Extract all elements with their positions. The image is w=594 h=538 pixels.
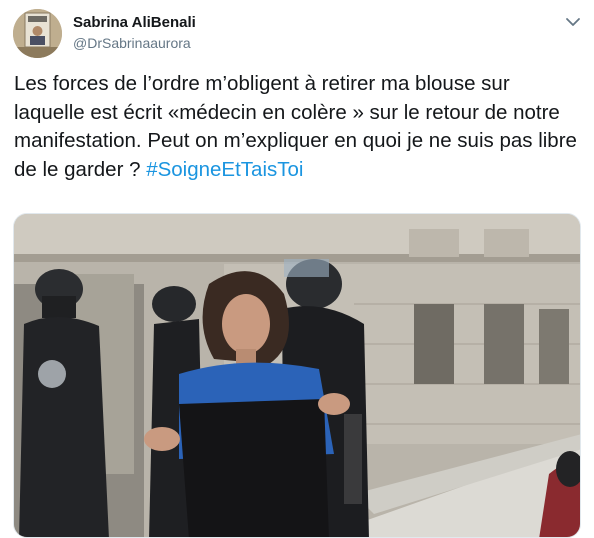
avatar-image [13, 9, 62, 58]
chevron-down-icon [566, 18, 580, 26]
tweet-text: Les forces de l’ordre m’obligent à retir… [14, 70, 584, 184]
tweet-card: Sabrina AliBenali @DrSabrinaaurora Les f… [0, 0, 594, 538]
tweet-photo[interactable] [13, 213, 581, 538]
author-handle[interactable]: @DrSabrinaaurora [73, 35, 191, 51]
hashtag-link[interactable]: #SoigneEtTaisToi [146, 158, 303, 181]
photo-image [14, 214, 580, 537]
avatar[interactable] [13, 9, 62, 58]
author-name[interactable]: Sabrina AliBenali [73, 14, 196, 31]
tweet-menu-button[interactable] [563, 13, 583, 31]
